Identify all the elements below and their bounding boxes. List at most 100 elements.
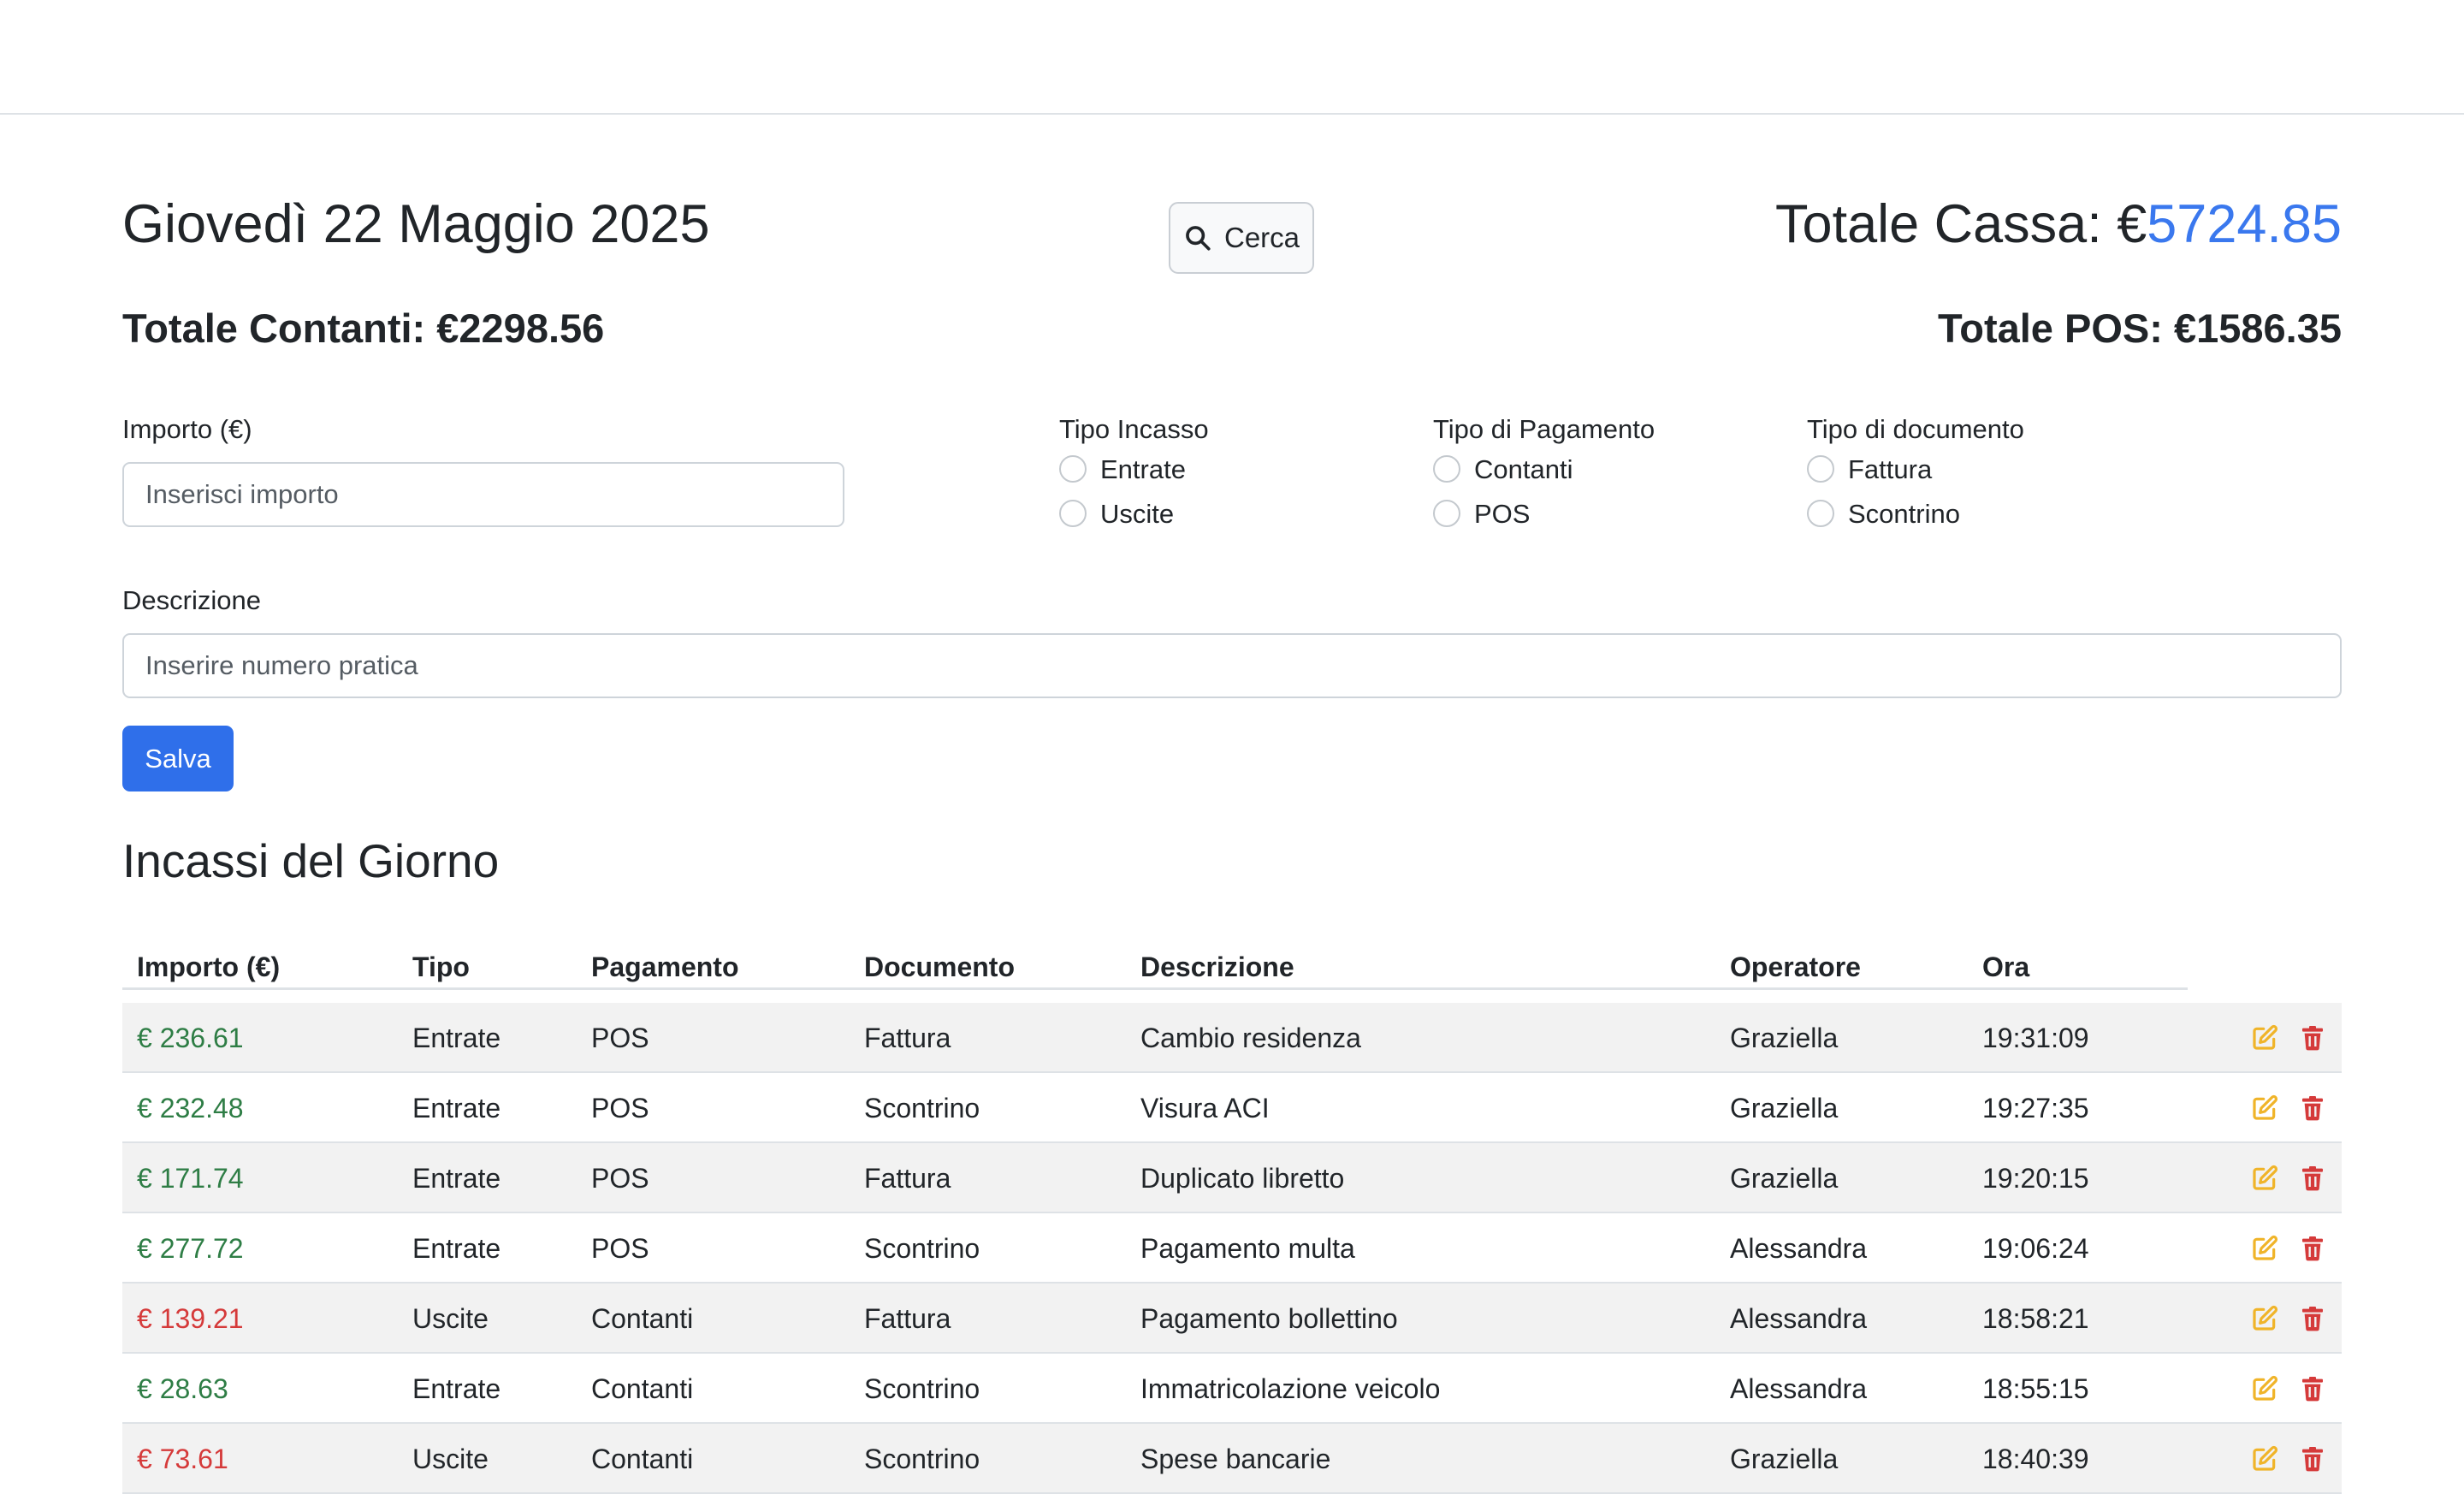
radio-label: Fattura bbox=[1848, 454, 1933, 484]
row-actions bbox=[2251, 1073, 2326, 1143]
tipo-incasso-label: Tipo Incasso bbox=[1059, 414, 1209, 444]
cell-descrizione: Pagamento multa bbox=[1140, 1232, 1355, 1264]
cell-importo: € 28.63 bbox=[137, 1372, 228, 1404]
totale-contanti: Totale Contanti: €2298.56 bbox=[122, 305, 605, 351]
top-navbar bbox=[0, 0, 2464, 115]
cell-tipo: Entrate bbox=[412, 1232, 501, 1264]
cell-ora: 19:31:09 bbox=[1982, 1022, 2089, 1053]
descrizione-label: Descrizione bbox=[122, 585, 261, 615]
cell-pagamento: POS bbox=[591, 1162, 649, 1194]
trash-icon[interactable] bbox=[2299, 1445, 2326, 1473]
edit-icon[interactable] bbox=[2251, 1235, 2278, 1262]
tipo-documento-label: Tipo di documento bbox=[1807, 414, 2024, 444]
column-header-documento: Documento bbox=[864, 952, 1015, 982]
importo-placeholder: Inserisci importo bbox=[145, 479, 339, 509]
row-actions bbox=[2251, 1143, 2326, 1213]
cell-documento: Fattura bbox=[864, 1022, 951, 1053]
trash-icon[interactable] bbox=[2299, 1305, 2326, 1332]
row-actions bbox=[2251, 1354, 2326, 1424]
search-button-label: Cerca bbox=[1223, 222, 1300, 253]
save-button[interactable]: Salva bbox=[122, 726, 234, 791]
edit-icon[interactable] bbox=[2251, 1094, 2278, 1122]
cell-pagamento: POS bbox=[591, 1022, 649, 1053]
trash-icon[interactable] bbox=[2299, 1235, 2326, 1262]
radio-label: Entrate bbox=[1100, 454, 1186, 484]
row-actions bbox=[2251, 1424, 2326, 1494]
radio-circle[interactable] bbox=[1059, 455, 1087, 483]
table-row: € 232.48 Entrate POS Scontrino Visura ACI Gra… bbox=[122, 1073, 2342, 1143]
row-actions bbox=[2251, 1284, 2326, 1354]
trash-icon[interactable] bbox=[2299, 1024, 2326, 1052]
radio-circle[interactable] bbox=[1807, 455, 1834, 483]
descrizione-input[interactable]: Inserire numero pratica bbox=[122, 633, 2342, 698]
cell-descrizione: Visura ACI bbox=[1140, 1092, 1270, 1123]
cell-operatore: Graziella bbox=[1730, 1443, 1839, 1474]
radio-circle[interactable] bbox=[1433, 500, 1460, 527]
totale-pos: Totale POS: €1586.35 bbox=[1938, 305, 2342, 351]
cell-operatore: Graziella bbox=[1730, 1022, 1839, 1053]
trash-icon[interactable] bbox=[2299, 1165, 2326, 1192]
cell-descrizione: Duplicato libretto bbox=[1140, 1162, 1345, 1194]
radio-entrate[interactable]: Entrate bbox=[1059, 455, 1186, 483]
edit-icon[interactable] bbox=[2251, 1305, 2278, 1332]
edit-icon[interactable] bbox=[2251, 1165, 2278, 1192]
cell-descrizione: Spese bancarie bbox=[1140, 1443, 1331, 1474]
totale-cassa-label: Totale Cassa: € bbox=[1775, 194, 2147, 254]
row-actions bbox=[2251, 1213, 2326, 1284]
totale-cassa-value: 5724.85 bbox=[2147, 194, 2342, 254]
radio-uscite[interactable]: Uscite bbox=[1059, 500, 1174, 527]
tipo-pagamento-label: Tipo di Pagamento bbox=[1433, 414, 1656, 444]
edit-icon[interactable] bbox=[2251, 1445, 2278, 1473]
section-title: Incassi del Giorno bbox=[122, 834, 500, 887]
radio-circle[interactable] bbox=[1433, 455, 1460, 483]
cell-operatore: Graziella bbox=[1730, 1162, 1839, 1194]
radio-pos[interactable]: POS bbox=[1433, 500, 1530, 527]
cell-importo: € 73.61 bbox=[137, 1443, 228, 1474]
column-header-ora: Ora bbox=[1982, 952, 2030, 982]
radio-circle[interactable] bbox=[1059, 500, 1087, 527]
cell-operatore: Alessandra bbox=[1730, 1372, 1868, 1404]
cell-ora: 18:55:15 bbox=[1982, 1372, 2089, 1404]
cell-ora: 19:27:35 bbox=[1982, 1092, 2089, 1123]
table-row: € 73.61 Uscite Contanti Scontrino Spese banc… bbox=[122, 1424, 2342, 1494]
cell-documento: Scontrino bbox=[864, 1232, 980, 1264]
radio-label: POS bbox=[1474, 498, 1531, 529]
page-title: Giovedì 22 Maggio 2025 bbox=[122, 194, 710, 254]
cell-tipo: Uscite bbox=[412, 1443, 489, 1474]
header-divider bbox=[122, 987, 2188, 990]
search-button[interactable]: Cerca bbox=[1169, 202, 1314, 274]
trash-icon[interactable] bbox=[2299, 1375, 2326, 1402]
cell-pagamento: Contanti bbox=[591, 1372, 694, 1404]
radio-scontrino[interactable]: Scontrino bbox=[1807, 500, 1960, 527]
trash-icon[interactable] bbox=[2299, 1094, 2326, 1122]
edit-icon[interactable] bbox=[2251, 1375, 2278, 1402]
cell-descrizione: Immatricolazione veicolo bbox=[1140, 1372, 1441, 1404]
cell-tipo: Entrate bbox=[412, 1022, 501, 1053]
radio-fattura[interactable]: Fattura bbox=[1807, 455, 1932, 483]
radio-label: Scontrino bbox=[1848, 498, 1960, 529]
cell-pagamento: POS bbox=[591, 1092, 649, 1123]
importo-input[interactable]: Inserisci importo bbox=[122, 462, 844, 527]
cell-tipo: Entrate bbox=[412, 1092, 501, 1123]
radio-circle[interactable] bbox=[1807, 500, 1834, 527]
table-row: € 28.63 Entrate Contanti Scontrino Immatrico… bbox=[122, 1354, 2342, 1424]
cell-ora: 18:58:21 bbox=[1982, 1302, 2089, 1334]
cell-tipo: Entrate bbox=[412, 1372, 501, 1404]
radio-label: Uscite bbox=[1100, 498, 1175, 529]
column-header-tipo: Tipo bbox=[412, 952, 470, 982]
search-icon bbox=[1186, 226, 1211, 251]
column-header-operatore: Operatore bbox=[1730, 952, 1861, 982]
cell-operatore: Alessandra bbox=[1730, 1232, 1868, 1264]
table-header: Importo (€) Tipo Pagamento Documento Des… bbox=[122, 953, 2342, 1003]
column-header-descrizione: Descrizione bbox=[1140, 952, 1294, 982]
cell-tipo: Uscite bbox=[412, 1302, 489, 1334]
cell-pagamento: Contanti bbox=[591, 1443, 694, 1474]
column-header-importo: Importo (€) bbox=[137, 952, 281, 982]
radio-contanti[interactable]: Contanti bbox=[1433, 455, 1573, 483]
cell-pagamento: Contanti bbox=[591, 1302, 694, 1334]
table-row: € 139.21 Uscite Contanti Fattura Pagamento b… bbox=[122, 1284, 2342, 1354]
edit-icon[interactable] bbox=[2251, 1024, 2278, 1052]
main-container: Giovedì 22 Maggio 2025 Cerca Totale Cass… bbox=[122, 115, 2342, 1494]
totale-cassa: Totale Cassa: €5724.85 bbox=[1775, 198, 2342, 252]
importo-label: Importo (€) bbox=[122, 414, 252, 444]
